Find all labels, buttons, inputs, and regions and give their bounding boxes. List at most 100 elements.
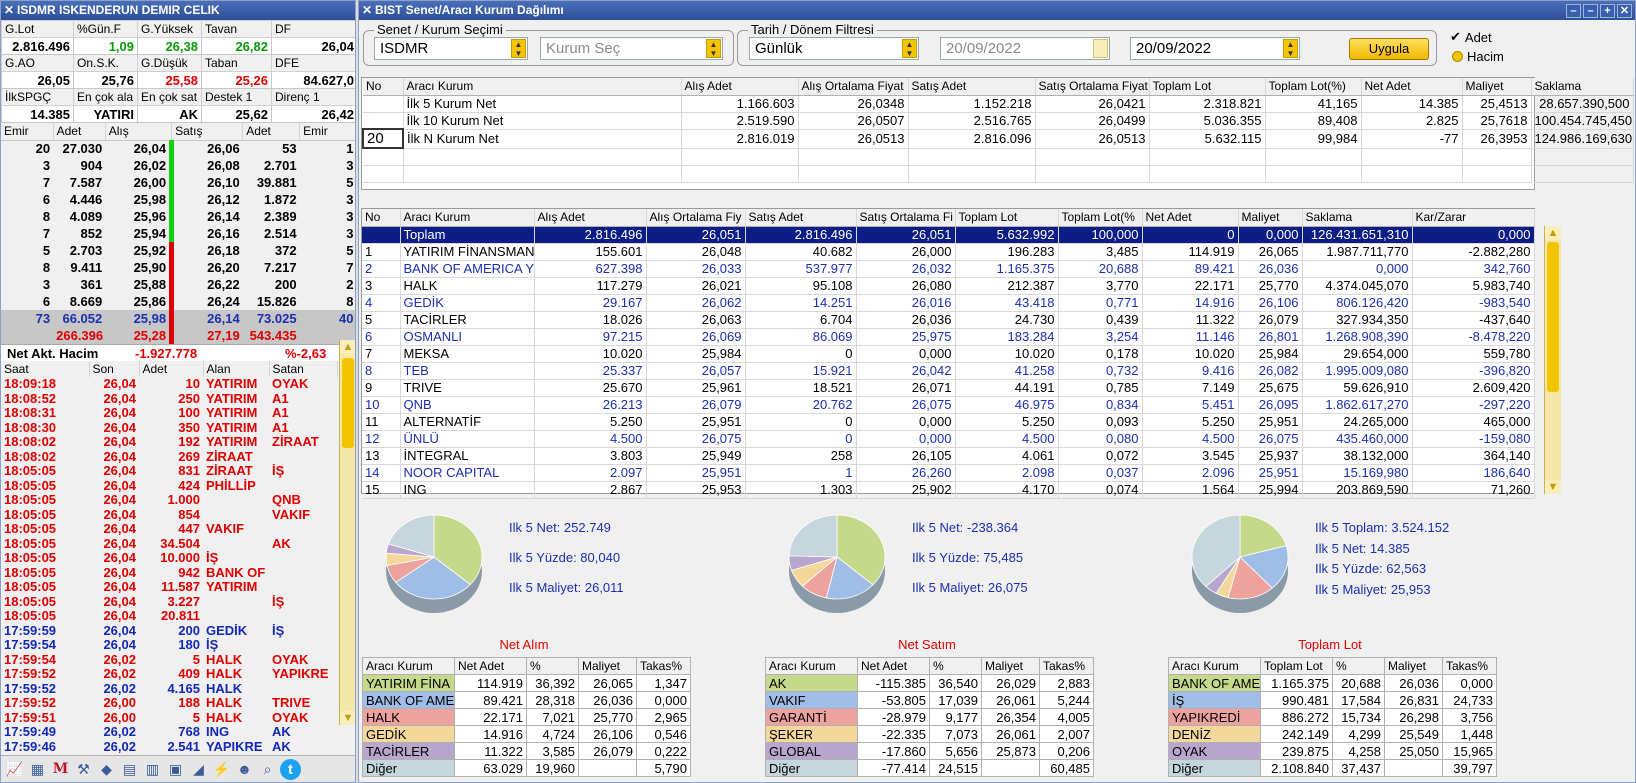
pie-table-row[interactable]: Diğer 63.029 19,960 5,790 <box>362 759 691 777</box>
trade-row[interactable]: 18:05:05 26,04 942 BANK OF <box>1 566 337 581</box>
pie-table-row[interactable]: YATIRIM FİNA 114.919 36,392 26,065 1,347 <box>362 674 691 692</box>
scroll-up-icon[interactable]: ▲ <box>340 340 355 354</box>
grid-row[interactable]: 11 ALTERNATİF 5.250 25,951 0 0,000 5.250 0,093 5… <box>362 413 1535 431</box>
trade-row[interactable]: 17:59:59 26,04 200 GEDİK İŞ <box>1 624 337 639</box>
pie-table-row[interactable]: AK -115.385 36,540 26,029 2,883 <box>765 674 1094 692</box>
trade-row[interactable]: 17:59:49 26,02 768 ING AK <box>1 725 337 740</box>
trade-row[interactable]: 18:05:05 26,04 1.000 QNB <box>1 493 337 508</box>
chart-icon[interactable]: 📈 <box>4 759 25 780</box>
grid-row[interactable]: İlk 10 Kurum Net 2.519.590 26,0507 2.516.76… <box>363 112 1634 130</box>
pie-table-row[interactable]: DENİZ 242.149 4,299 25,549 1,448 <box>1168 725 1497 743</box>
broker-grid-scrollbar[interactable]: ▲ ▼ <box>1544 226 1561 494</box>
chevron-updown-icon[interactable]: ▲ ▼ <box>511 39 526 58</box>
pie-table-row[interactable]: GLOBAL -17.860 5,656 25,873 0,206 <box>765 742 1094 760</box>
scroll-down-icon[interactable]: ▼ <box>340 711 355 725</box>
document-icon[interactable]: ▤ <box>119 759 140 780</box>
scroll-thumb[interactable] <box>1547 242 1559 392</box>
calculator-icon[interactable]: ▥ <box>142 759 163 780</box>
grid-row[interactable]: 5 TACİRLER 18.026 26,063 6.704 26,036 24.730 0,… <box>362 311 1535 329</box>
tools-icon[interactable]: ⚒ <box>73 759 94 780</box>
date-from-field[interactable]: 20/09/2022 <box>940 37 1110 60</box>
grid-row[interactable]: 6 OSMANLI 97.215 26,069 86.069 25,975 183.284 3… <box>362 328 1535 346</box>
trade-row[interactable]: 18:05:05 26,04 831 ZİRAAT İŞ <box>1 464 337 479</box>
trade-row[interactable]: 17:59:54 26,04 180 İŞ <box>1 638 337 653</box>
trade-row[interactable]: 18:08:02 26,04 192 YATIRIM ZİRAAT <box>1 435 337 450</box>
orderbook-row[interactable]: 20 27.030 26,04 26,06 53 1 <box>1 140 355 157</box>
restore-icon[interactable]: – <box>1583 3 1598 18</box>
pie-table-row[interactable]: OYAK 239.875 4,258 25,050 15,965 <box>1168 742 1497 760</box>
trade-row[interactable]: 17:59:52 26,00 188 HALK TRIVE <box>1 696 337 711</box>
apply-button[interactable]: Uygula <box>1349 38 1429 60</box>
scroll-up-icon[interactable]: ▲ <box>1545 226 1561 240</box>
trade-row[interactable]: 17:59:51 26,00 5 HALK OYAK <box>1 711 337 726</box>
pie-table-row[interactable]: GARANTİ -28.979 9,177 26,354 4,005 <box>765 708 1094 726</box>
folder-icon[interactable]: ▣ <box>165 759 186 780</box>
trade-row[interactable]: 18:05:05 26,04 10.000 İŞ <box>1 551 337 566</box>
pie-table-row[interactable]: HALK 22.171 7,021 25,770 2,965 <box>362 708 691 726</box>
orderbook-row[interactable]: 8 4.089 25,96 26,14 2.389 3 <box>1 208 355 225</box>
pie-table-row[interactable]: YAPIKREDİ 886.272 15,734 26,298 3,756 <box>1168 708 1497 726</box>
scroll-thumb[interactable] <box>342 358 354 448</box>
chevron-updown-icon[interactable]: ▲ ▼ <box>1283 39 1298 58</box>
orderbook-row[interactable]: 7 7.587 26,00 26,10 39.881 5 <box>1 174 355 191</box>
chevron-updown-icon[interactable]: ▲ ▼ <box>706 39 721 58</box>
chevron-updown-icon[interactable]: ▲ ▼ <box>902 39 917 58</box>
grid-row[interactable]: İlk 5 Kurum Net 1.166.603 26,0348 1.152.218… <box>363 95 1634 113</box>
close-window-icon[interactable]: ✕ <box>1617 3 1632 18</box>
scroll-down-icon[interactable]: ▼ <box>1545 480 1561 494</box>
orderbook-row[interactable]: 7 852 25,94 26,16 2.514 3 <box>1 225 355 242</box>
image-icon[interactable]: ▦ <box>27 759 48 780</box>
grid-row[interactable]: 3 HALK 117.279 26,021 95.108 26,080 212.387 3,7… <box>362 277 1535 295</box>
pie-table-row[interactable]: TACİRLER 11.322 3,585 26,079 0,222 <box>362 742 691 760</box>
orderbook-row[interactable]: 3 361 25,88 26,22 200 2 <box>1 276 355 293</box>
symbol-select[interactable]: ISDMR ▲ ▼ <box>374 37 528 60</box>
trade-row[interactable]: 18:05:05 26,04 854 VAKIF <box>1 508 337 523</box>
grid-row[interactable]: 7 MEKSA 10.020 25,984 0 0,000 10.020 0,178 10.02… <box>362 345 1535 363</box>
trades-scrollbar[interactable]: ▲ ▼ <box>339 340 355 725</box>
trade-row[interactable]: 18:09:18 26,04 10 YATIRIM OYAK <box>1 377 337 392</box>
grid-row[interactable]: 9 TRIVE 25.670 25,961 18.521 26,071 44.191 0,78… <box>362 379 1535 397</box>
trade-row[interactable]: 18:05:05 26,04 424 PHİLLİP <box>1 479 337 494</box>
trade-row[interactable]: 18:05:05 26,04 3.227 İŞ <box>1 595 337 610</box>
pie-table-row[interactable]: GEDİK 14.916 4,724 26,106 0,546 <box>362 725 691 743</box>
date-to-field[interactable]: 20/09/2022 ▲ ▼ <box>1130 37 1300 60</box>
trade-row[interactable]: 18:05:05 26,04 34.504 AK <box>1 537 337 552</box>
period-select[interactable]: Günlük ▲ ▼ <box>749 37 919 60</box>
trade-row[interactable]: 18:05:05 26,04 20.811 <box>1 609 337 624</box>
trade-row[interactable]: 17:59:52 26,02 409 HALK YAPIKRE <box>1 667 337 682</box>
grid-row[interactable]: 15 ING 2.867 25,953 1.303 25,902 4.170 0,074 1.5… <box>362 481 1535 499</box>
orderbook-row[interactable]: 6 4.446 25,98 26,12 1.872 3 <box>1 191 355 208</box>
orderbook-row[interactable]: 6 8.669 25,86 26,24 15.826 8 <box>1 293 355 310</box>
grid-row[interactable]: 14 NOOR CAPITAL 2.097 25,951 1 26,260 2.098 0,0… <box>362 464 1535 482</box>
orderbook-row[interactable]: 8 9.411 25,90 26,20 7.217 7 <box>1 259 355 276</box>
pie-table-row[interactable]: ŞEKER -22.335 7,073 26,061 2,007 <box>765 725 1094 743</box>
graph-icon[interactable]: ⚡ <box>211 759 232 780</box>
trade-row[interactable]: 18:08:52 26,04 250 YATIRIM A1 <box>1 392 337 407</box>
diamond-icon[interactable]: ◆ <box>96 759 117 780</box>
grid-row[interactable]: 12 ÜNLÜ 4.500 26,075 0 0,000 4.500 0,080 4.500 26… <box>362 430 1535 448</box>
calendar-icon[interactable] <box>1093 39 1108 58</box>
pie-table-row[interactable]: BANK OF AME 89.421 28,318 26,036 0,000 <box>362 691 691 709</box>
pie-table-row[interactable]: VAKIF -53.805 17,039 26,061 5,244 <box>765 691 1094 709</box>
trade-row[interactable]: 17:59:54 26,02 5 HALK OYAK <box>1 653 337 668</box>
trade-row[interactable]: 18:08:31 26,04 100 YATIRIM A1 <box>1 406 337 421</box>
trade-row[interactable]: 17:59:46 26,02 2.541 YAPIKRE AK <box>1 740 337 755</box>
grid-row[interactable]: 10 QNB 26.213 26,079 20.762 26,075 46.975 0,834… <box>362 396 1535 414</box>
grid-row[interactable]: 1 YATIRIM FİNANSMAN 155.601 26,048 40.682 26,… <box>362 243 1535 261</box>
broker-select[interactable]: Kurum Seç ▲ ▼ <box>540 37 723 60</box>
grid-row[interactable]: Toplam 2.816.496 26,051 2.816.496 26,051 5.63… <box>362 226 1535 244</box>
pie-table-row[interactable]: BANK OF AME 1.165.375 20,688 26,036 0,000 <box>1168 674 1497 692</box>
trade-row[interactable]: 18:08:30 26,04 350 YATIRIM A1 <box>1 421 337 436</box>
minimize-icon[interactable]: – <box>1566 3 1581 18</box>
users-icon[interactable]: ☻ <box>234 759 255 780</box>
pie-table-row[interactable]: İŞ 990.481 17,584 26,831 24,733 <box>1168 691 1497 709</box>
search-icon[interactable]: ⌕ <box>257 759 278 780</box>
twitter-icon[interactable]: t <box>280 758 301 780</box>
grid-row[interactable]: 2 BANK OF AMERICA Y 627.398 26,033 537.977 26… <box>362 260 1535 278</box>
maximize-icon[interactable]: + <box>1600 3 1615 18</box>
orderbook-row[interactable]: 5 2.703 25,92 26,18 372 5 <box>1 242 355 259</box>
grid-row[interactable]: 20 İlk N Kurum Net 2.816.019 26,0513 2.816.0… <box>362 128 1634 149</box>
radio-hacim[interactable]: Hacim <box>1452 49 1504 64</box>
pie-table-row[interactable]: Diğer -77.414 24,515 60,485 <box>765 759 1094 777</box>
m-logo-icon[interactable]: M <box>50 759 71 780</box>
